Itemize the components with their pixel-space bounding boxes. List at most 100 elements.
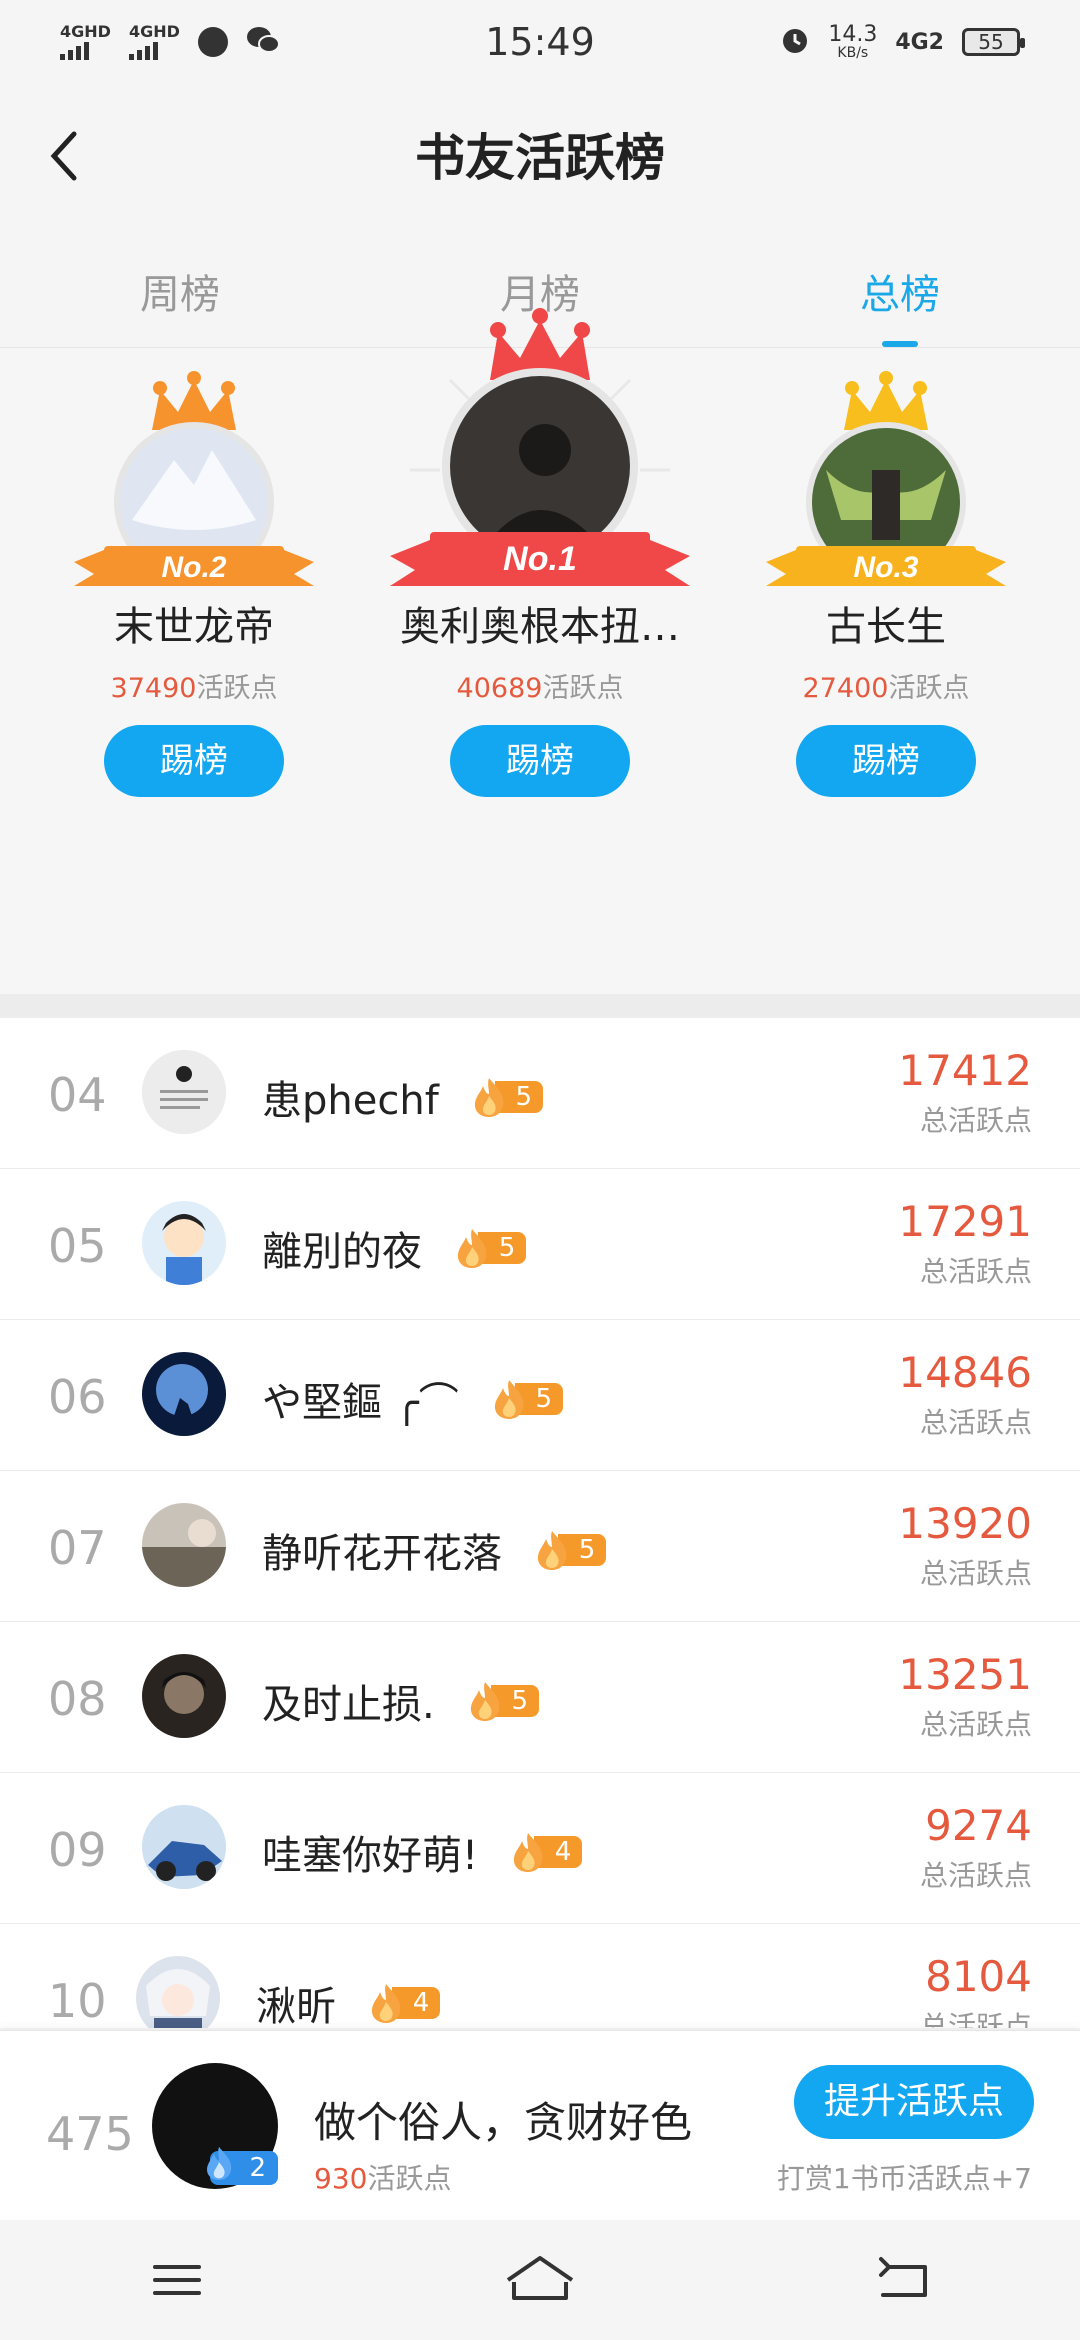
level-badge: 5	[465, 1681, 539, 1721]
flame-icon	[513, 1833, 543, 1872]
podium-first-points: 40689活跃点	[456, 673, 624, 704]
menu-icon[interactable]	[147, 2255, 207, 2305]
score-block: 8104 总活跃点	[920, 1952, 1032, 2028]
score-label: 总活跃点	[919, 1104, 1032, 1137]
score-value: 8104	[925, 1952, 1032, 2001]
list-item[interactable]: 04 患phechf 5 17412 总活跃点	[0, 1018, 1080, 1169]
crown-ribbon-second: No.2	[74, 371, 314, 586]
podium-first: No.1 奥利奥根本扭… 40689活跃点 踢榜	[380, 270, 700, 797]
list-item[interactable]: 10 湫昕 4 8104 总活跃点	[0, 1924, 1080, 2028]
flame-icon	[474, 1078, 504, 1117]
user-name-row: 静听花开花落 5	[262, 1521, 606, 1579]
avatar	[142, 1352, 226, 1436]
user-name: 及时止损.	[262, 1682, 435, 1728]
score-value: 13251	[898, 1650, 1032, 1699]
score-block: 13251 总活跃点	[898, 1650, 1032, 1743]
flame-icon	[494, 1380, 524, 1419]
score-label: 总活跃点	[919, 2010, 1032, 2028]
user-name: 患phechf	[262, 1078, 439, 1124]
podium-first-badge: No.1	[503, 540, 577, 578]
avatar	[142, 1805, 226, 1889]
level-badge: 5	[489, 1379, 563, 1419]
list-item[interactable]: 09 哇塞你好萌! 4 9274 总活跃点	[0, 1773, 1080, 1924]
level-badge: 5	[532, 1530, 606, 1570]
podium-second-points: 37490活跃点	[110, 673, 278, 704]
user-name-row: 哇塞你好萌! 4	[262, 1823, 583, 1881]
rank-number: 04	[48, 1068, 107, 1122]
list-item[interactable]: 07 静听花开花落 5 13920 总活跃点	[0, 1471, 1080, 1622]
kick-button-second[interactable]: 踢榜	[104, 725, 284, 797]
user-name: 湫昕	[256, 1984, 336, 2028]
score-block: 17412 总活跃点	[898, 1046, 1032, 1139]
podium-third: No.3 古长生 27400活跃点 踢榜	[756, 350, 1016, 797]
back-button[interactable]	[44, 128, 88, 184]
flame-icon	[207, 2146, 232, 2180]
list-item[interactable]: 08 及时止损. 5 13251 总活跃点	[0, 1622, 1080, 1773]
list-item[interactable]: 06 や堅鏂 ╭⌒ 5 14846 总活跃点	[0, 1320, 1080, 1471]
podium: No.2 末世龙帝 37490活跃点 踢榜 No.1 奥利奥根本扭… 40689…	[0, 308, 1080, 994]
podium-first-name: 奥利奥根本扭…	[400, 604, 680, 650]
podium-third-points: 27400活跃点	[802, 673, 970, 704]
kick-button-third[interactable]: 踢榜	[796, 725, 976, 797]
avatar	[136, 1956, 220, 2028]
score-value: 13920	[898, 1499, 1032, 1548]
clock: 15:49	[485, 20, 595, 64]
level-badge: 4	[366, 1983, 440, 2023]
home-icon[interactable]	[500, 2250, 580, 2310]
score-block: 13920 总活跃点	[898, 1499, 1032, 1592]
podium-third-name: 古长生	[826, 604, 946, 650]
tab-weekly[interactable]: 周榜	[0, 238, 360, 347]
crown-ribbon-third: No.3	[766, 371, 1006, 586]
podium-second-badge: No.2	[161, 551, 226, 584]
score-label: 总活跃点	[919, 1255, 1032, 1288]
list-item[interactable]: 05 離別的夜 5 17291 总活跃点	[0, 1169, 1080, 1320]
score-block: 14846 总活跃点	[898, 1348, 1032, 1441]
battery-icon: 55	[962, 28, 1025, 56]
system-nav-bar	[0, 2220, 1080, 2340]
user-name-row: 患phechf 5	[262, 1068, 543, 1126]
level-badge: 5	[469, 1077, 543, 1117]
boost-note: 打赏1书币活跃点+7	[776, 2162, 1032, 2195]
score-value: 9274	[925, 1801, 1032, 1850]
avatar	[142, 1050, 226, 1134]
my-points: 930活跃点	[314, 2162, 452, 2195]
tab-total[interactable]: 总榜	[720, 238, 1080, 347]
crown-ribbon-first: No.1	[390, 308, 690, 586]
avatar	[142, 1654, 226, 1738]
score-label: 总活跃点	[919, 1557, 1032, 1590]
rank-number: 10	[48, 1974, 107, 2028]
my-name: 做个俗人，贪财好色	[314, 2098, 693, 2147]
score-block: 17291 总活跃点	[898, 1197, 1032, 1290]
podium-third-badge: No.3	[853, 551, 918, 584]
chevron-left-icon	[50, 131, 77, 181]
score-block: 9274 总活跃点	[920, 1801, 1032, 1894]
score-label: 总活跃点	[919, 1708, 1032, 1741]
my-level-badge: 2	[207, 2146, 278, 2185]
podium-second: No.2 末世龙帝 37490活跃点 踢榜	[64, 350, 324, 797]
back-nav-icon[interactable]	[873, 2255, 933, 2305]
avatar	[142, 1503, 226, 1587]
score-label: 总活跃点	[919, 1859, 1032, 1892]
rank-number: 09	[48, 1823, 107, 1877]
ranking-list: 04 患phechf 5 17412 总活跃点 05 離別的夜 5 17291 …	[0, 1018, 1080, 2028]
rank-number: 05	[48, 1219, 107, 1273]
score-value: 14846	[898, 1348, 1032, 1397]
rank-number: 08	[48, 1672, 107, 1726]
avatar	[142, 1201, 226, 1285]
section-divider	[0, 994, 1080, 1018]
score-label: 总活跃点	[919, 1406, 1032, 1439]
flame-icon	[457, 1229, 487, 1268]
flame-icon	[371, 1984, 401, 2023]
kick-button-first[interactable]: 踢榜	[450, 725, 630, 797]
user-name: 静听花开花落	[262, 1531, 502, 1577]
user-name-row: 離別的夜 5	[262, 1219, 526, 1277]
page-title: 书友活跃榜	[415, 129, 665, 187]
user-name: 離別的夜	[262, 1229, 422, 1275]
boost-points-button[interactable]: 提升活跃点	[794, 2065, 1034, 2139]
user-name-row: 湫昕 4	[256, 1974, 440, 2028]
score-value: 17412	[898, 1046, 1032, 1095]
my-rank-number: 475	[46, 2107, 134, 2161]
rank-number: 07	[48, 1521, 107, 1575]
level-badge: 4	[508, 1832, 583, 1872]
user-name-row: 及时止损. 5	[262, 1672, 539, 1730]
